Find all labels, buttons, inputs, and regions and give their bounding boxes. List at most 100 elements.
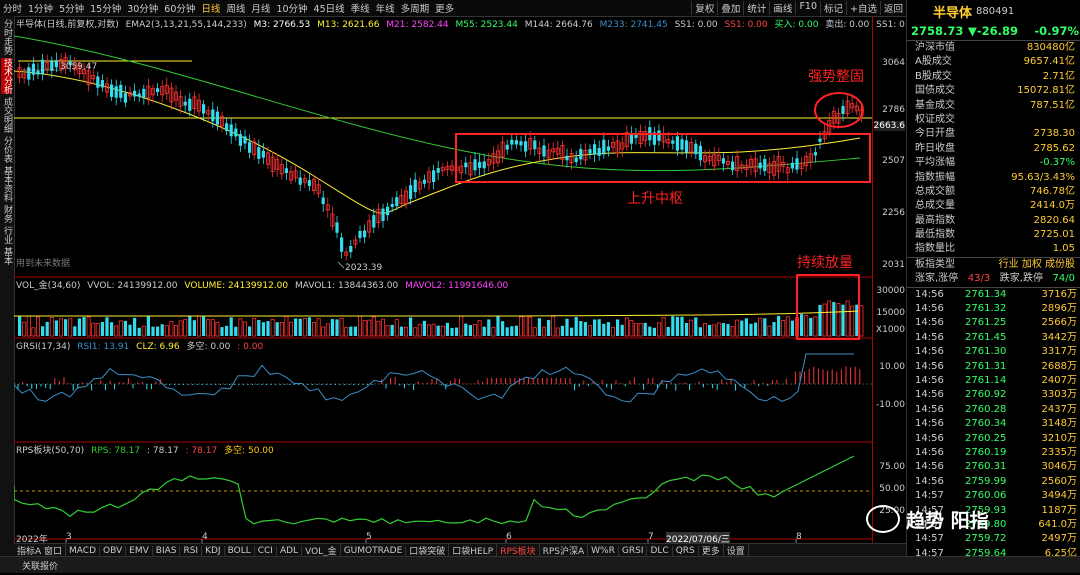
tab-15min[interactable]: 15分钟 bbox=[87, 1, 124, 15]
candle-body bbox=[818, 138, 822, 142]
tab-year[interactable]: 年线 bbox=[373, 1, 398, 15]
tab-daily[interactable]: 日线 bbox=[198, 1, 223, 15]
tick-time: 14:56 bbox=[915, 331, 944, 343]
tick-time: 14:56 bbox=[915, 360, 944, 372]
tab-gumotrade[interactable]: GUMOTRADE bbox=[341, 545, 407, 556]
tab-fenshi[interactable]: 分时 bbox=[0, 1, 25, 15]
tab-boll[interactable]: BOLL bbox=[225, 545, 255, 556]
volume-bar bbox=[248, 326, 252, 336]
tab-dlc[interactable]: DLC bbox=[647, 545, 673, 556]
tab-emv[interactable]: EMV bbox=[126, 545, 153, 556]
tab-60min[interactable]: 60分钟 bbox=[161, 1, 198, 15]
stat-value: 95.63/3.43% bbox=[1011, 171, 1075, 183]
tab-monthly[interactable]: 月线 bbox=[248, 1, 273, 15]
volume-bar bbox=[597, 319, 601, 336]
tab-quarter[interactable]: 季线 bbox=[348, 1, 373, 15]
candle-body bbox=[763, 159, 767, 172]
fuquan-button[interactable]: 复权 bbox=[691, 1, 717, 15]
sell-value: 卖出: 0.00 bbox=[825, 20, 870, 30]
tick-volume: 3442万 bbox=[1041, 331, 1077, 343]
draw-button[interactable]: 画线 bbox=[769, 1, 795, 15]
f10-button[interactable]: F10 bbox=[795, 1, 820, 15]
candle-body bbox=[790, 162, 794, 169]
tab-grsi[interactable]: GRSI bbox=[619, 545, 648, 556]
grsi-tick: 10.00 bbox=[879, 362, 905, 372]
volume-bar bbox=[234, 326, 238, 336]
tick-volume: 2335万 bbox=[1041, 446, 1077, 458]
tick-price: 2761.30 bbox=[965, 346, 1007, 358]
sidebar-item-basic[interactable]: 基本资料 bbox=[1, 166, 12, 202]
mark-button[interactable]: 标记 bbox=[820, 1, 846, 15]
volume-bar bbox=[459, 315, 464, 337]
candle-body bbox=[588, 149, 592, 154]
volume-bar bbox=[537, 318, 541, 336]
candle-body bbox=[685, 140, 689, 153]
tick-time: 14:57 bbox=[915, 490, 944, 502]
volume-bar bbox=[496, 316, 500, 336]
tab-wr[interactable]: W%R bbox=[588, 545, 619, 556]
tick-row: 14:56 2759.99 2560万 bbox=[907, 475, 1080, 489]
add-watchlist-button[interactable]: +自选 bbox=[846, 1, 880, 15]
tab-5min[interactable]: 5分钟 bbox=[56, 1, 87, 15]
mavol-line bbox=[14, 310, 861, 317]
tab-macd[interactable]: MACD bbox=[66, 545, 101, 556]
clz-value: CLZ: 6.96 bbox=[136, 342, 180, 352]
volume-bar bbox=[68, 318, 73, 337]
m233-value: M233: 2741.45 bbox=[599, 20, 668, 30]
sidebar-item-detail[interactable]: 成交明细 bbox=[1, 97, 12, 133]
stat-label: 平均涨幅 bbox=[915, 157, 955, 169]
volume-bar bbox=[229, 317, 233, 336]
tick-time: 14:56 bbox=[915, 317, 944, 329]
tab-multi[interactable]: 多周期 bbox=[398, 1, 433, 15]
stat-label: 总成交额 bbox=[915, 185, 955, 197]
tick-price: 2760.34 bbox=[965, 418, 1007, 430]
tab-adl[interactable]: ADL bbox=[277, 545, 303, 556]
sidebar-item-industry[interactable]: 行业 bbox=[1, 226, 12, 244]
tick-time: 14:56 bbox=[915, 446, 944, 458]
tab-weekly[interactable]: 周线 bbox=[223, 1, 248, 15]
tab-obv[interactable]: OBV bbox=[100, 545, 127, 556]
board-type-value[interactable]: 行业 加权 成份股 bbox=[999, 258, 1075, 272]
tab-more[interactable]: 更多 bbox=[432, 1, 457, 15]
overlay-button[interactable]: 叠加 bbox=[717, 1, 743, 15]
stat-row: 权证成交 bbox=[907, 113, 1080, 127]
sidebar-item-finance[interactable]: 财务 bbox=[1, 205, 12, 223]
tick-time: 14:56 bbox=[915, 461, 944, 473]
tab-45day[interactable]: 45日线 bbox=[311, 1, 348, 15]
stat-row: A股成交 9657.41亿 bbox=[907, 55, 1080, 69]
volume-bar bbox=[335, 319, 339, 336]
tab-30min[interactable]: 30分钟 bbox=[124, 1, 161, 15]
tab-cci[interactable]: CCI bbox=[255, 545, 277, 556]
sidebar-item-basic2[interactable]: 基本 bbox=[1, 247, 12, 265]
tick-row: 14:56 2760.31 3046万 bbox=[907, 460, 1080, 474]
dk-value: 多空: 0.00 bbox=[186, 342, 231, 352]
tick-row: 14:56 2761.34 3716万 bbox=[907, 288, 1080, 302]
volume-bar bbox=[468, 325, 472, 336]
tab-rsi[interactable]: RSI bbox=[180, 545, 203, 556]
zt-label: 涨家,涨停 bbox=[915, 273, 959, 285]
stats-button[interactable]: 统计 bbox=[743, 1, 769, 15]
tab-kdj[interactable]: KDJ bbox=[202, 545, 225, 556]
stat-label: 最低指数 bbox=[915, 229, 955, 241]
stat-label: A股成交 bbox=[915, 56, 952, 68]
candle-body bbox=[335, 222, 339, 233]
volume-bar bbox=[100, 321, 104, 336]
candle-body bbox=[183, 101, 187, 106]
back-button[interactable]: 返回 bbox=[879, 1, 906, 15]
sidebar-item-price-table[interactable]: 分价表 bbox=[1, 136, 12, 163]
volume-bar bbox=[302, 318, 307, 337]
ss1-value: SS1: 0.00 bbox=[674, 20, 718, 30]
tab-qrs[interactable]: QRS bbox=[673, 545, 699, 556]
mavol1-value: MAVOL1: 13844363.00 bbox=[295, 281, 399, 291]
tab-1min[interactable]: 1分钟 bbox=[25, 1, 56, 15]
stat-value: 1.05 bbox=[1052, 243, 1075, 255]
pct-change: -0.97% bbox=[1034, 24, 1079, 38]
sidebar-item-tech[interactable]: 技术分析 bbox=[1, 58, 12, 94]
tab-bias[interactable]: BIAS bbox=[153, 545, 181, 556]
sidebar-item-fenshi[interactable]: 分时走势 bbox=[1, 19, 12, 55]
volume-bar bbox=[118, 320, 123, 337]
tab-10min[interactable]: 10分钟 bbox=[273, 1, 310, 15]
tick-row: 14:56 2760.19 2335万 bbox=[907, 446, 1080, 460]
candle-body bbox=[542, 145, 546, 157]
stat-row: 沪深市值 830480亿 bbox=[907, 41, 1080, 55]
